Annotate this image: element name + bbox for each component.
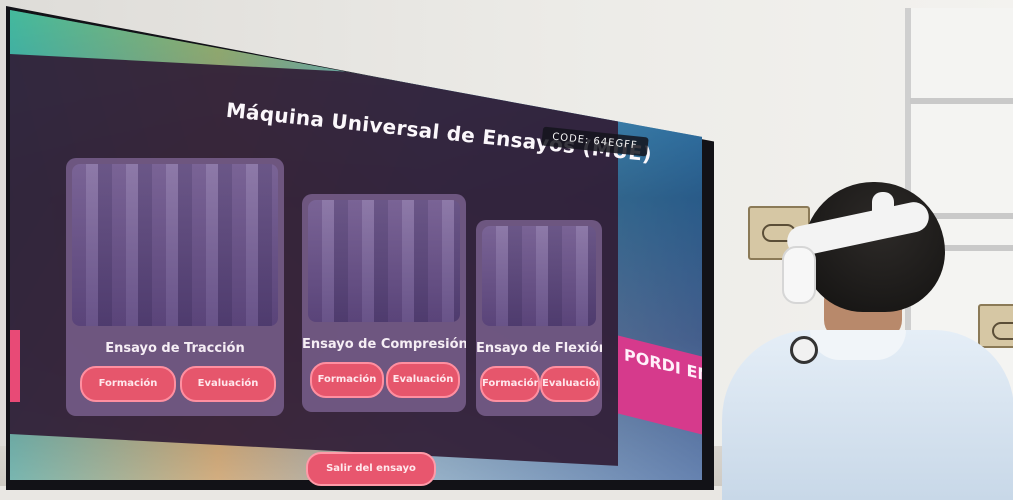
- card-image: [72, 164, 278, 326]
- card-label: Ensayo de Compresión: [302, 337, 466, 352]
- evaluacion-button[interactable]: Evaluación: [386, 362, 460, 398]
- card-image: [308, 200, 460, 322]
- evaluacion-button[interactable]: Evaluación: [180, 366, 276, 402]
- card-label: Ensayo de Flexión: [476, 341, 602, 356]
- card-flexion: Ensayo de Flexión Formación Evaluación: [476, 220, 602, 416]
- formacion-button[interactable]: Formación: [310, 362, 384, 398]
- person-collar: [810, 330, 906, 360]
- shelf: [910, 98, 1013, 104]
- screen-edge-strip: [10, 330, 20, 402]
- evaluacion-button[interactable]: Evaluación: [540, 366, 600, 402]
- vr-headset-visor: [782, 246, 816, 304]
- formacion-button[interactable]: Formación: [80, 366, 176, 402]
- card-traccion: Ensayo de Tracción Formación Evaluación: [66, 158, 284, 416]
- card-compresion: Ensayo de Compresión Formación Evaluació…: [302, 194, 466, 412]
- card-label: Ensayo de Tracción: [105, 341, 245, 356]
- wall-plaque: [978, 304, 1013, 348]
- exit-test-button[interactable]: Salir del ensayo: [306, 452, 436, 486]
- vr-headset-top-strap: [872, 192, 894, 236]
- formacion-button[interactable]: Formación: [480, 366, 540, 402]
- vr-controller: [790, 336, 818, 364]
- card-image: [482, 226, 596, 326]
